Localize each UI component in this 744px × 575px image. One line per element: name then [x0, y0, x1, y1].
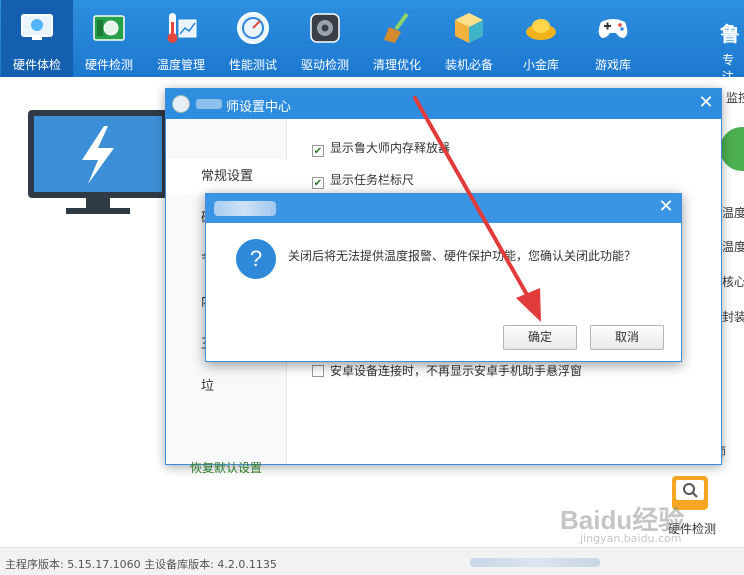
- broom-icon: [384, 12, 409, 43]
- thermometer-icon: [167, 13, 197, 43]
- gamepad-icon: [598, 19, 628, 38]
- main-toolbar: 硬件体检 硬件检测 温度管理 性能测试 驱动检测 清理优化 装机必备 小金库 游…: [0, 0, 744, 84]
- toolbar-label: 性能测试: [228, 58, 277, 72]
- monitor-check-icon: [21, 14, 53, 40]
- option-label: 显示鲁大师内存释放器: [330, 141, 451, 155]
- watermark-url: jingyan.baidu.com: [580, 532, 682, 545]
- monitor-label: 监控: [726, 91, 744, 105]
- brand-logo-text: 鲁: [720, 22, 740, 46]
- cube-box-icon: [455, 13, 483, 43]
- temp-label-1: 温度: [722, 206, 744, 220]
- package-label: 封装: [722, 310, 744, 324]
- toolbar-item-games[interactable]: 游戏库: [577, 0, 649, 77]
- status-bar: 主程序版本: 5.15.17.1060 主设备库版本: 4.2.0.1135: [0, 547, 744, 575]
- confirm-message: 关闭后将无法提供温度报警、硬件保护功能，您确认关闭此功能？: [288, 249, 637, 263]
- toolbar-label: 游戏库: [594, 58, 631, 72]
- confirm-close-button[interactable]: ✕: [656, 197, 676, 217]
- nav-general-settings[interactable]: 常规设置: [166, 159, 287, 195]
- version-info: 主程序版本: 5.15.17.1060 主设备库版本: 4.2.0.1135: [5, 558, 277, 571]
- toolbar-item-vault[interactable]: 小金库: [505, 0, 577, 77]
- option-android-float[interactable]: 安卓设备连接时，不再显示安卓手机助手悬浮窗: [312, 362, 582, 379]
- question-icon: ?: [236, 239, 276, 279]
- toolbar-label: 硬件体检: [12, 58, 61, 72]
- toolbar-item-hardware-detect[interactable]: 硬件检测: [73, 0, 145, 77]
- settings-title: 师设置中心: [226, 100, 292, 115]
- toolbar-item-essentials[interactable]: 装机必备: [433, 0, 505, 77]
- app-logo-icon: [172, 95, 190, 113]
- toolbar-item-performance[interactable]: 性能测试: [217, 0, 289, 77]
- option-taskbar-ruler[interactable]: ✔ 显示任务栏标尺: [312, 171, 414, 189]
- toolbar-label: 小金库: [522, 58, 559, 72]
- blurred-region: [196, 99, 222, 109]
- checkbox-checked[interactable]: ✔: [312, 177, 324, 189]
- blurred-region: [470, 558, 600, 567]
- checkbox-unchecked[interactable]: [312, 365, 324, 377]
- confirm-title-bar: ✕: [206, 194, 681, 223]
- ok-button[interactable]: 确定: [503, 325, 577, 350]
- settings-close-button[interactable]: ✕: [696, 93, 716, 113]
- option-label: 显示任务栏标尺: [330, 173, 415, 187]
- option-memory-releaser[interactable]: ✔ 显示鲁大师内存释放器: [312, 139, 450, 157]
- toolbar-item-temperature[interactable]: 温度管理: [145, 0, 217, 77]
- blurred-region: [214, 201, 276, 216]
- nav-item-6[interactable]: 垃: [166, 369, 287, 405]
- core-label: 核心: [722, 275, 744, 289]
- toolbar-item-driver[interactable]: 驱动检测: [289, 0, 361, 77]
- toolbar-label: 温度管理: [156, 58, 205, 72]
- cancel-button[interactable]: 取消: [590, 325, 664, 350]
- confirm-dialog: ✕ ? 关闭后将无法提供温度报警、硬件保护功能，您确认关闭此功能？ 确定 取消: [205, 193, 682, 362]
- toolbar-label: 驱动检测: [300, 58, 349, 72]
- monitor-illustration-icon: [28, 110, 168, 214]
- option-label: 安卓设备连接时，不再显示安卓手机助手悬浮窗: [330, 364, 583, 378]
- gold-ingot-icon: [526, 19, 556, 40]
- magnifier-icon: [676, 480, 704, 500]
- chip-board-icon: [93, 15, 125, 41]
- toolbar-item-cleanup[interactable]: 清理优化: [361, 0, 433, 77]
- toolbar-label: 硬件检测: [84, 58, 133, 72]
- toolbar-item-hardware-checkup[interactable]: 硬件体检: [1, 0, 73, 77]
- driver-gear-icon: [310, 13, 340, 43]
- restore-defaults-link[interactable]: 恢复默认设置: [190, 459, 262, 476]
- speedometer-icon: [237, 12, 269, 44]
- checkbox-checked[interactable]: ✔: [312, 145, 324, 157]
- status-gauge-icon: [720, 127, 744, 171]
- temp-label-2: 温度: [722, 240, 744, 254]
- settings-title-bar: 师设置中心 ✕: [166, 89, 721, 119]
- toolbar-label: 清理优化: [372, 58, 421, 72]
- toolbar-label: 装机必备: [444, 58, 493, 72]
